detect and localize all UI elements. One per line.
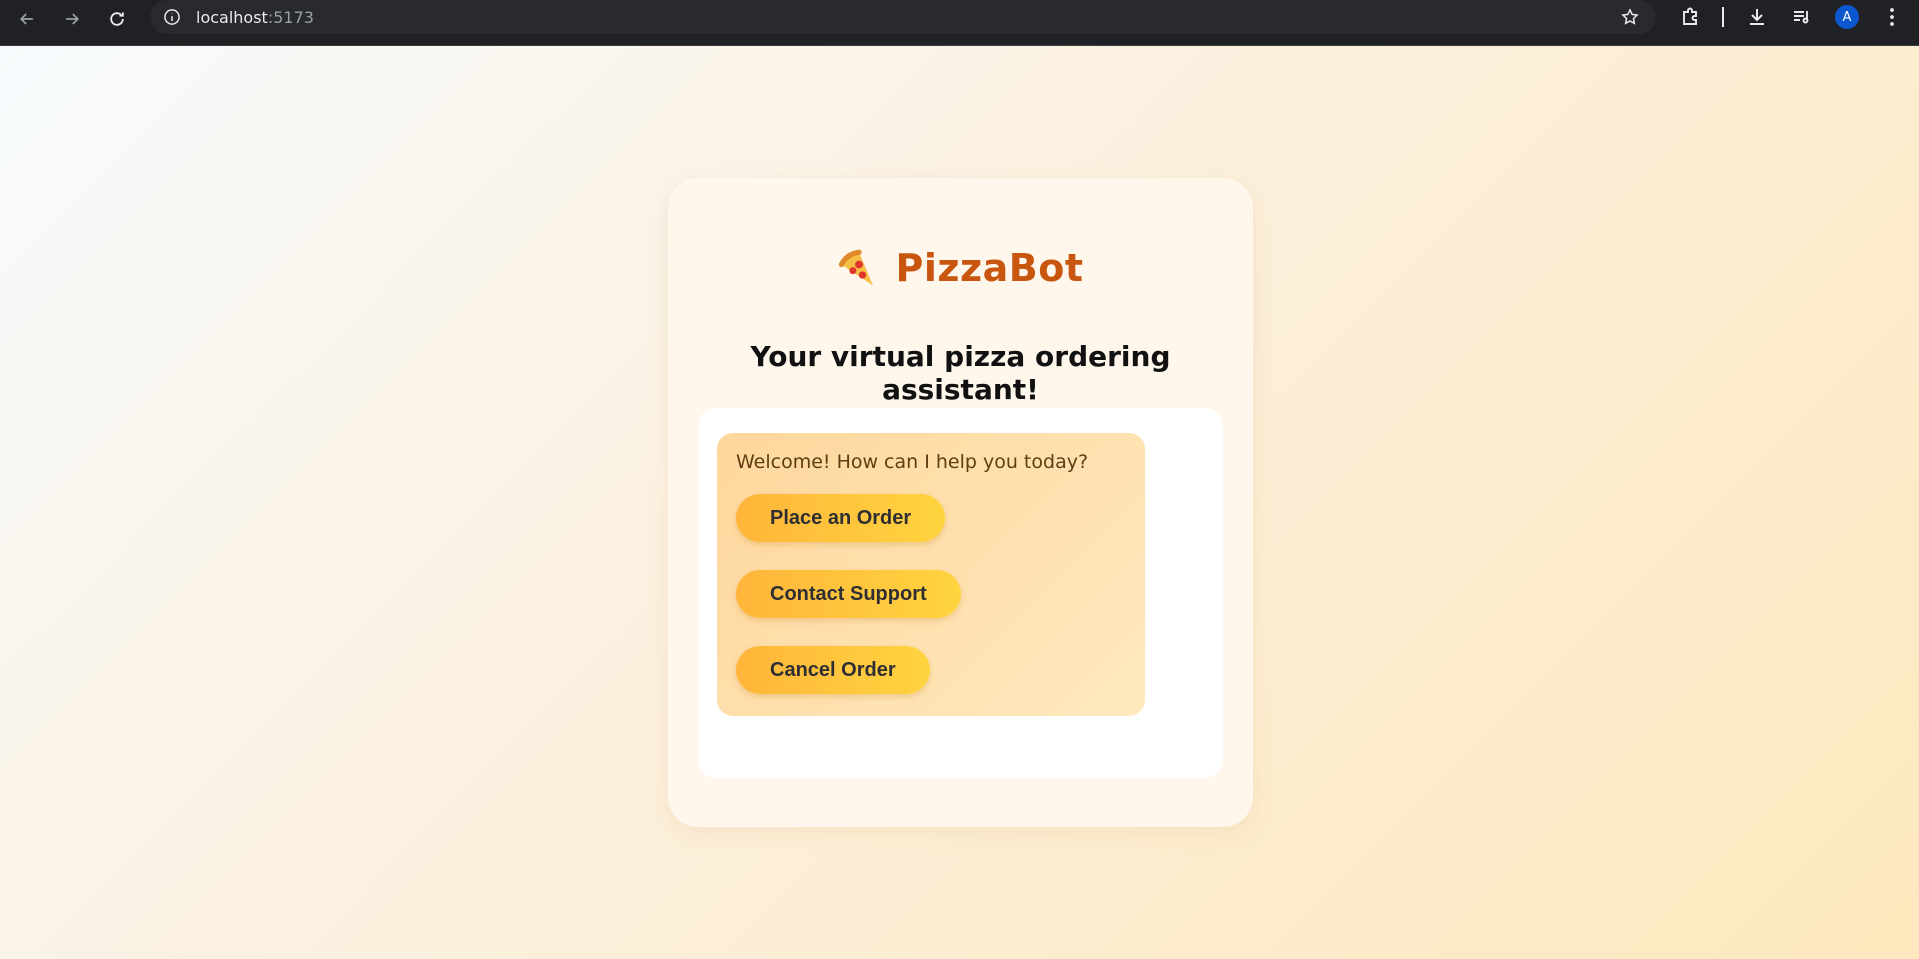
pizza-slice-icon bbox=[838, 249, 873, 286]
cancel-order-button[interactable]: Cancel Order bbox=[736, 646, 930, 694]
bot-message-bubble: Welcome! How can I help you today? Place… bbox=[717, 433, 1145, 716]
browser-toolbar: localhost:5173 A bbox=[0, 0, 1919, 46]
app-title: PizzaBot bbox=[895, 246, 1084, 290]
more-options-icon[interactable] bbox=[1880, 5, 1904, 29]
arrow-left-icon bbox=[19, 13, 33, 25]
reload-icon bbox=[110, 12, 124, 26]
page-tagline: Your virtual pizza ordering assistant! bbox=[750, 340, 1171, 406]
back-button[interactable] bbox=[12, 4, 42, 34]
contact-support-button[interactable]: Contact Support bbox=[736, 570, 961, 618]
bookmark-star-icon[interactable] bbox=[1620, 7, 1640, 27]
toolbar-divider bbox=[1722, 7, 1724, 27]
url-text[interactable]: localhost:5173 bbox=[196, 8, 314, 27]
forward-button[interactable] bbox=[57, 4, 87, 34]
address-bar[interactable]: localhost:5173 bbox=[150, 0, 1656, 34]
reload-button[interactable] bbox=[102, 4, 132, 34]
chat-panel: Welcome! How can I help you today? Place… bbox=[698, 408, 1223, 778]
pizzabot-card: PizzaBot Your virtual pizza ordering ass… bbox=[668, 178, 1253, 827]
extensions-icon[interactable] bbox=[1679, 5, 1703, 29]
brand-header: PizzaBot bbox=[668, 246, 1253, 290]
welcome-message: Welcome! How can I help you today? bbox=[736, 451, 1089, 473]
url-host: localhost bbox=[196, 8, 268, 27]
url-port: :5173 bbox=[267, 8, 314, 27]
place-order-button[interactable]: Place an Order bbox=[736, 494, 946, 542]
media-control-icon[interactable] bbox=[1790, 5, 1814, 29]
site-info-icon[interactable] bbox=[162, 7, 182, 27]
arrow-right-icon bbox=[66, 13, 80, 25]
page-viewport: PizzaBot Your virtual pizza ordering ass… bbox=[0, 46, 1919, 959]
download-icon[interactable] bbox=[1745, 5, 1769, 29]
profile-avatar[interactable]: A bbox=[1835, 5, 1859, 29]
